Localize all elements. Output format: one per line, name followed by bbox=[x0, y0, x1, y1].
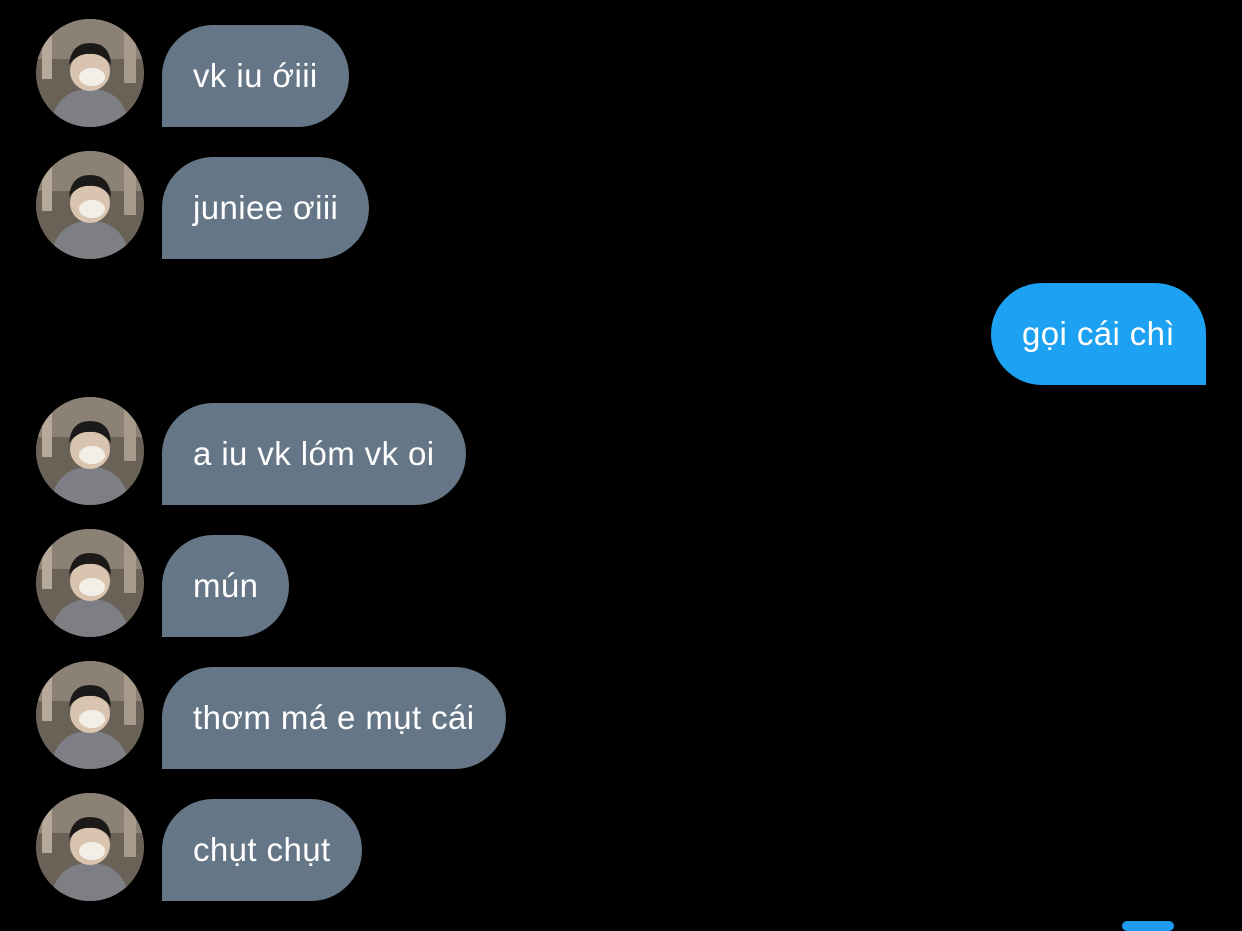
message-bubble-incoming[interactable]: juniee ơiii bbox=[162, 157, 370, 259]
message-row-incoming: a iu vk lóm vk oi bbox=[0, 397, 1242, 505]
avatar[interactable] bbox=[36, 661, 144, 769]
avatar[interactable] bbox=[36, 151, 144, 259]
message-bubble-incoming[interactable]: mún bbox=[162, 535, 290, 637]
message-text: vk iu ớiii bbox=[193, 57, 318, 94]
message-text: mún bbox=[193, 567, 259, 604]
message-text: juniee ơiii bbox=[193, 189, 339, 226]
avatar-photo-icon bbox=[36, 793, 144, 901]
avatar-photo-icon bbox=[36, 529, 144, 637]
avatar-photo-icon bbox=[36, 397, 144, 505]
message-bubble-outgoing[interactable]: gọi cái chì bbox=[991, 283, 1206, 385]
message-bubble-incoming[interactable]: vk iu ớiii bbox=[162, 25, 349, 127]
avatar-photo-icon bbox=[36, 151, 144, 259]
message-row-outgoing: gọi cái chì bbox=[0, 283, 1242, 385]
message-text: thơm má e mụt cái bbox=[193, 699, 475, 736]
avatar-photo-icon bbox=[36, 19, 144, 127]
message-row-incoming: juniee ơiii bbox=[0, 151, 1242, 259]
message-row-incoming: chụt chụt bbox=[0, 793, 1242, 901]
avatar[interactable] bbox=[36, 529, 144, 637]
message-bubble-incoming[interactable]: thơm má e mụt cái bbox=[162, 667, 506, 769]
partial-outgoing-bubble bbox=[1122, 921, 1174, 931]
message-thread: vk iu ớiii juniee ơiii gọi cái chì a iu … bbox=[0, 0, 1242, 931]
message-bubble-incoming[interactable]: a iu vk lóm vk oi bbox=[162, 403, 466, 505]
avatar[interactable] bbox=[36, 793, 144, 901]
message-row-incoming: mún bbox=[0, 529, 1242, 637]
avatar[interactable] bbox=[36, 397, 144, 505]
message-text: gọi cái chì bbox=[1022, 315, 1175, 352]
message-row-incoming: thơm má e mụt cái bbox=[0, 661, 1242, 769]
message-text: a iu vk lóm vk oi bbox=[193, 435, 435, 472]
message-bubble-incoming[interactable]: chụt chụt bbox=[162, 799, 362, 901]
message-text: chụt chụt bbox=[193, 831, 331, 868]
avatar-photo-icon bbox=[36, 661, 144, 769]
avatar[interactable] bbox=[36, 19, 144, 127]
message-row-incoming: vk iu ớiii bbox=[0, 19, 1242, 127]
